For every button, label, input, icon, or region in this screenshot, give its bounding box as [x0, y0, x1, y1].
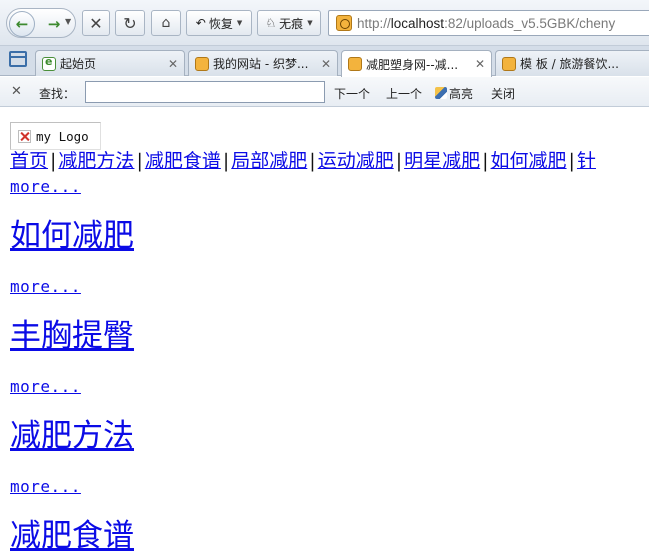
highlighter-icon: [435, 87, 447, 99]
find-input[interactable]: [85, 81, 325, 103]
start-page-favicon-icon: [42, 55, 56, 71]
section-title-link[interactable]: 丰胸提臀: [10, 318, 134, 354]
close-icon[interactable]: ✕: [166, 57, 180, 71]
private-label: 无痕: [279, 16, 304, 31]
find-close-button[interactable]: 关闭: [491, 85, 515, 102]
address-bar[interactable]: http://localhost:82/uploads_v5.5GBK/chen…: [328, 10, 649, 36]
nav-separator: |: [568, 150, 575, 172]
broom-icon: ♘: [265, 16, 277, 30]
close-icon[interactable]: ✕: [319, 57, 333, 71]
history-dropdown-icon[interactable]: ▼: [65, 17, 71, 26]
tab-label: 起始页: [60, 57, 97, 71]
reload-icon: ↻: [123, 13, 137, 33]
logo-alt-text: my Logo: [36, 128, 89, 144]
tab-label: 模 板 / 旅游餐饮...: [520, 57, 619, 71]
close-x-icon: ✕: [89, 13, 103, 33]
find-close-icon[interactable]: ✕: [11, 84, 22, 99]
tab-strip: 起始页 ✕ 我的网站 - 织梦... ✕ 减肥塑身网--减... ✕ 模 板 /…: [0, 46, 649, 77]
nav-separator: |: [222, 150, 230, 172]
find-next-button[interactable]: 下一个: [334, 85, 370, 102]
site-favicon-icon: [348, 57, 362, 71]
tab-overview-icon[interactable]: [9, 51, 27, 67]
highlight-label: 高亮: [449, 87, 474, 101]
nav-separator: |: [50, 150, 57, 172]
nav-link-methods[interactable]: 减肥方法: [58, 150, 134, 172]
nav-link-celebrity[interactable]: 明星减肥: [404, 150, 480, 172]
navigation-toolbar: ← → ▼ ✕ ↻ ⌂ ↶ 恢复 ▼ ♘ 无痕 ▼ http://localho…: [0, 0, 649, 46]
tab-label: 减肥塑身网--减...: [366, 57, 459, 72]
nav-link-recipes[interactable]: 减肥食谱: [145, 150, 221, 172]
section-title-link[interactable]: 减肥方法: [10, 418, 134, 454]
stop-button[interactable]: ✕: [82, 10, 110, 36]
logo-image-broken[interactable]: my Logo: [10, 122, 101, 150]
close-icon[interactable]: ✕: [473, 57, 487, 71]
chevron-down-icon: ▼: [307, 19, 313, 27]
restore-label: 恢复: [208, 16, 233, 31]
url-host: localhost: [390, 15, 445, 31]
site-favicon-icon: [502, 56, 516, 71]
back-forward-group: ← → ▼: [6, 8, 76, 38]
url-text[interactable]: http://localhost:82/uploads_v5.5GBK/chen…: [357, 16, 615, 31]
find-previous-button[interactable]: 上一个: [386, 85, 422, 102]
back-arrow-icon: ←: [15, 15, 29, 33]
url-path: :82/uploads_v5.5GBK/cheny: [444, 15, 616, 31]
undo-icon: ↶: [195, 16, 206, 30]
main-navigation: 首页 | 减肥方法 | 减肥食谱 | 局部减肥 | 运动减肥 | 明星减肥 | 如何减肥 | 针: [10, 149, 596, 173]
tab-start-page[interactable]: 起始页 ✕: [35, 50, 185, 76]
tab-label: 我的网站 - 织梦...: [213, 57, 309, 71]
tab-template[interactable]: 模 板 / 旅游餐饮...: [495, 50, 649, 76]
more-link[interactable]: more...: [10, 177, 81, 196]
nav-separator: |: [395, 150, 403, 172]
find-bar: ✕ 查找： 下一个 上一个 高亮 关闭: [0, 77, 649, 107]
home-icon: ⌂: [161, 15, 171, 31]
forward-button[interactable]: →: [41, 11, 67, 37]
section-title-link[interactable]: 减肥食谱: [10, 518, 134, 553]
forward-arrow-icon: →: [47, 15, 61, 33]
site-favicon-icon: [195, 56, 209, 71]
tab-my-site[interactable]: 我的网站 - 织梦... ✕: [188, 50, 338, 76]
more-link[interactable]: more...: [10, 377, 81, 396]
reload-button[interactable]: ↻: [115, 10, 145, 36]
find-label: 查找：: [39, 87, 76, 101]
nav-separator: |: [136, 150, 143, 172]
browser-window: ← → ▼ ✕ ↻ ⌂ ↶ 恢复 ▼ ♘ 无痕 ▼ http://localho…: [0, 0, 649, 553]
nav-link-truncated[interactable]: 针: [577, 150, 596, 172]
nav-link-exercise[interactable]: 运动减肥: [318, 150, 394, 172]
tab-weight-loss-active[interactable]: 减肥塑身网--减... ✕: [341, 50, 492, 77]
nav-link-how-to[interactable]: 如何减肥: [491, 150, 567, 172]
section-title-link[interactable]: 如何减肥: [10, 218, 134, 254]
highlight-button[interactable]: 高亮: [435, 85, 473, 102]
site-favicon-icon: [336, 15, 352, 31]
restore-button[interactable]: ↶ 恢复 ▼: [186, 10, 252, 36]
nav-separator: |: [482, 150, 489, 172]
broken-image-icon: [18, 129, 31, 143]
url-scheme: http://: [357, 15, 391, 31]
home-button[interactable]: ⌂: [151, 10, 181, 36]
private-mode-button[interactable]: ♘ 无痕 ▼: [257, 10, 321, 36]
nav-link-local[interactable]: 局部减肥: [231, 150, 307, 172]
more-link[interactable]: more...: [10, 277, 81, 296]
back-button[interactable]: ←: [9, 11, 35, 37]
more-link[interactable]: more...: [10, 477, 81, 496]
page-content: my Logo 首页 | 减肥方法 | 减肥食谱 | 局部减肥 | 运动减肥 | 明星减肥 | 如何减肥…: [0, 108, 649, 553]
chevron-down-icon: ▼: [236, 19, 243, 27]
nav-link-home[interactable]: 首页: [10, 150, 48, 172]
nav-separator: |: [309, 150, 316, 172]
